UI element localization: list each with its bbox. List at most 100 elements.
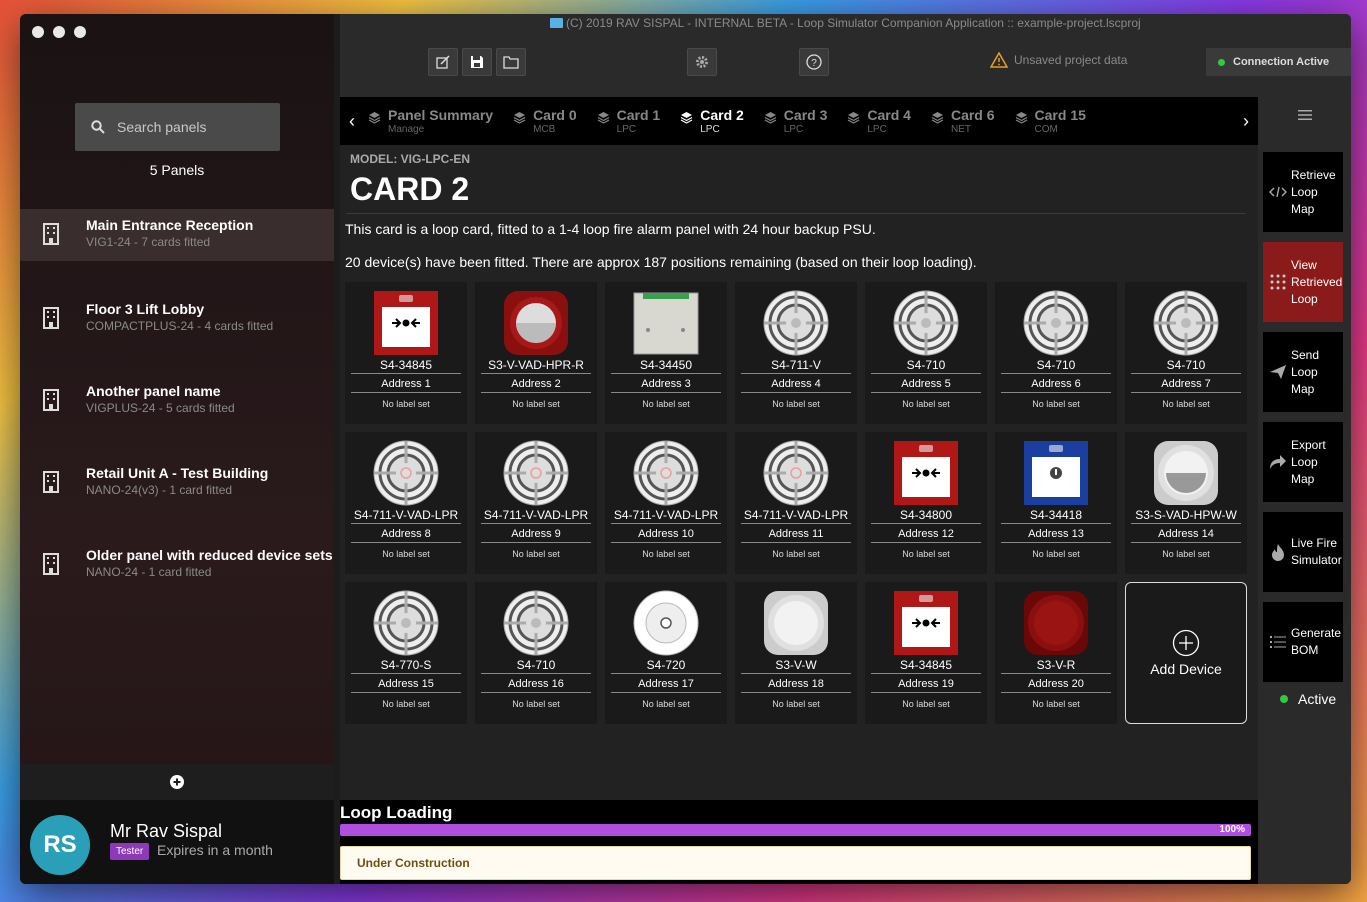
device-tile[interactable]: S4-34800 Address 12 No label set bbox=[865, 432, 987, 574]
panel-count: 5 Panels bbox=[149, 162, 205, 178]
action-label: Loop Map bbox=[1291, 454, 1318, 486]
panel-name: Main Entrance Reception bbox=[86, 217, 254, 233]
panel-item-retail[interactable]: Retail Unit A - Test Building NANO-24(v3)… bbox=[20, 455, 334, 537]
tab-card-1[interactable]: Card 1 LPC bbox=[587, 107, 671, 135]
send-icon bbox=[1269, 364, 1287, 380]
panel-item-floor3[interactable]: Floor 3 Lift Lobby COMPACTPLUS-24 - 4 car… bbox=[20, 291, 334, 373]
device-label: No label set bbox=[1032, 699, 1080, 709]
add-device-button[interactable]: Add Device bbox=[1125, 582, 1247, 724]
device-tile[interactable]: S4-711-V Address 4 No label set bbox=[735, 282, 857, 424]
building-icon bbox=[43, 389, 59, 411]
open-button[interactable] bbox=[496, 48, 526, 76]
connection-status[interactable]: Connection Active bbox=[1206, 48, 1351, 76]
panel-item-older[interactable]: Older panel with reduced device sets NANO… bbox=[20, 537, 334, 619]
device-tile[interactable]: S4-34845 Address 1 No label set bbox=[345, 282, 467, 424]
device-tile[interactable]: S3-V-R Address 20 No label set bbox=[995, 582, 1117, 724]
layers-icon bbox=[931, 111, 944, 129]
action-label: Loop bbox=[1291, 291, 1318, 306]
tab-card-3[interactable]: Card 3 LPC bbox=[754, 107, 838, 135]
send-loop-map-button[interactable]: Send Loop Map bbox=[1263, 332, 1343, 412]
device-tile[interactable]: S4-711-V-VAD-LPR Address 11 No label set bbox=[735, 432, 857, 574]
tab-card-4[interactable]: Card 4 LPC bbox=[837, 107, 921, 135]
tab-card-2[interactable]: Card 2 LPC bbox=[670, 107, 754, 135]
unsaved-text: Unsaved project data bbox=[1014, 53, 1128, 67]
device-name: S4-711-V-VAD-LPR bbox=[741, 506, 851, 524]
device-tile[interactable]: S4-710 Address 5 No label set bbox=[865, 282, 987, 424]
user-profile: RS Mr Rav Sispal Tester Expires in a mon… bbox=[20, 800, 334, 884]
tab-label: Card 15 bbox=[1034, 107, 1086, 123]
avatar[interactable]: RS bbox=[30, 815, 90, 875]
panel-item-another[interactable]: Another panel name VIGPLUS-24 - 5 cards f… bbox=[20, 373, 334, 455]
device-tile[interactable]: S4-711-V-VAD-LPR Address 9 No label set bbox=[475, 432, 597, 574]
search-input[interactable]: Search panels bbox=[75, 103, 280, 151]
live-fire-simulator-button[interactable]: Live Fire Simulator bbox=[1263, 512, 1343, 592]
help-button[interactable]: ? bbox=[799, 48, 829, 76]
tabs-prev-button[interactable]: ‹ bbox=[340, 111, 364, 132]
device-name: S4-34845 bbox=[871, 656, 981, 674]
tabs-next-button[interactable]: › bbox=[1234, 111, 1258, 132]
action-label: View bbox=[1291, 257, 1317, 272]
panel-name: Retail Unit A - Test Building bbox=[86, 465, 269, 481]
save-button[interactable] bbox=[462, 48, 492, 76]
unsaved-indicator: Unsaved project data bbox=[990, 52, 1127, 68]
device-label: No label set bbox=[902, 399, 950, 409]
retrieve-loop-map-button[interactable]: Retrieve Loop Map bbox=[1263, 152, 1343, 232]
close-window-button[interactable] bbox=[32, 26, 44, 38]
plus-circle-icon bbox=[170, 775, 184, 789]
device-tile[interactable]: S4-34845 Address 19 No label set bbox=[865, 582, 987, 724]
edit-button[interactable] bbox=[428, 48, 458, 76]
view-retrieved-loop-button[interactable]: View Retrieved Loop bbox=[1263, 242, 1343, 322]
device-tile[interactable]: S3-S-VAD-HPW-W Address 14 No label set bbox=[1125, 432, 1247, 574]
maximize-window-button[interactable] bbox=[74, 26, 86, 38]
device-tile[interactable]: S4-720 Address 17 No label set bbox=[605, 582, 727, 724]
code-icon bbox=[1269, 186, 1287, 198]
device-name: S4-710 bbox=[481, 656, 591, 674]
action-label: Retrieve bbox=[1291, 167, 1336, 182]
titlebar: (C) 2019 RAV SISPAL - INTERNAL BETA - Lo… bbox=[340, 14, 1351, 97]
add-panel-button[interactable] bbox=[20, 764, 334, 800]
layers-icon bbox=[847, 111, 860, 129]
panel-sub: NANO-24 - 1 card fitted bbox=[86, 565, 212, 579]
action-label: Retrieved bbox=[1291, 274, 1343, 289]
panel-sub: VIG1-24 - 7 cards fitted bbox=[86, 235, 211, 249]
building-icon bbox=[43, 471, 59, 493]
device-tile[interactable]: S4-34418 Address 13 No label set bbox=[995, 432, 1117, 574]
device-name: S4-710 bbox=[1001, 356, 1111, 374]
window-title-text: (C) 2019 RAV SISPAL - INTERNAL BETA - Lo… bbox=[566, 16, 1141, 30]
device-image bbox=[503, 590, 569, 656]
panel-list: Main Entrance Reception VIG1-24 - 7 cards… bbox=[20, 209, 334, 619]
device-name: S4-34845 bbox=[351, 356, 461, 374]
minimize-window-button[interactable] bbox=[53, 26, 65, 38]
device-address: Address 10 bbox=[611, 524, 721, 543]
folder-open-icon bbox=[503, 56, 519, 69]
device-tile[interactable]: S4-711-V-VAD-LPR Address 10 No label set bbox=[605, 432, 727, 574]
device-tile[interactable]: S4-34450 Address 3 No label set bbox=[605, 282, 727, 424]
device-tile[interactable]: S4-710 Address 6 No label set bbox=[995, 282, 1117, 424]
generate-bom-button[interactable]: Generate BOM bbox=[1263, 602, 1343, 682]
device-tile[interactable]: S4-710 Address 16 No label set bbox=[475, 582, 597, 724]
device-tile[interactable]: S4-711-V-VAD-LPR Address 8 No label set bbox=[345, 432, 467, 574]
device-tile[interactable]: S3-V-W Address 18 No label set bbox=[735, 582, 857, 724]
device-image bbox=[1023, 590, 1089, 656]
menu-button[interactable] bbox=[1258, 97, 1351, 133]
layers-icon bbox=[368, 111, 381, 129]
tab-card-0[interactable]: Card 0 MCB bbox=[503, 107, 587, 135]
device-label: No label set bbox=[1162, 399, 1210, 409]
device-tile[interactable]: S3-V-VAD-HPR-R Address 2 No label set bbox=[475, 282, 597, 424]
device-tile[interactable]: S4-770-S Address 15 No label set bbox=[345, 582, 467, 724]
tab-card-15[interactable]: Card 15 COM bbox=[1005, 107, 1096, 135]
settings-button[interactable] bbox=[687, 48, 717, 76]
tab-panel-summary[interactable]: Panel Summary Manage bbox=[364, 107, 503, 135]
export-loop-map-button[interactable]: Export Loop Map bbox=[1263, 422, 1343, 502]
device-label: No label set bbox=[642, 399, 690, 409]
action-label: Export bbox=[1291, 437, 1326, 452]
device-label: No label set bbox=[772, 399, 820, 409]
device-tile[interactable]: S4-710 Address 7 No label set bbox=[1125, 282, 1247, 424]
layers-icon bbox=[597, 111, 610, 129]
svg-text:?: ? bbox=[811, 58, 817, 69]
device-name: S4-710 bbox=[1131, 356, 1241, 374]
device-label: No label set bbox=[512, 549, 560, 559]
panel-item-main-entrance[interactable]: Main Entrance Reception VIG1-24 - 7 cards… bbox=[20, 209, 334, 261]
device-label: No label set bbox=[1032, 549, 1080, 559]
tab-card-6[interactable]: Card 6 NET bbox=[921, 107, 1005, 135]
